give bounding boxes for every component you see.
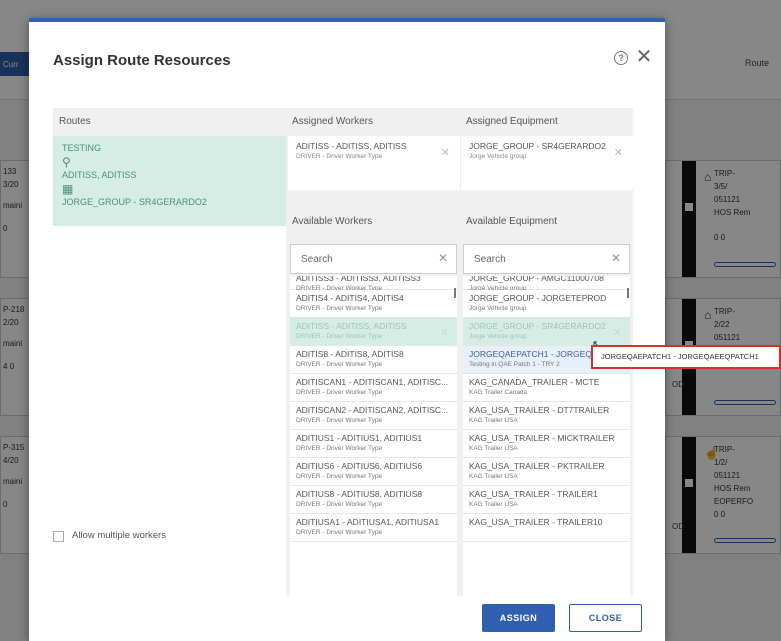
available-equipment-header: Available Equipment: [466, 216, 557, 227]
remove-icon[interactable]: ✕: [614, 146, 623, 159]
item-title: ADITISCAN1 - ADITISCAN1, ADITISC...: [296, 377, 449, 387]
item-sub: DRIVER - Driver Worker Type: [296, 333, 383, 340]
item-title: KAG_CANADA_TRAILER - MCTE: [469, 377, 600, 387]
item-title: JORGE_GROUP - AMGC11000708: [469, 276, 604, 283]
item-title: ADITISS - ADITISS, ADITISS: [296, 321, 407, 331]
assigned-equipment-sub: Jorge Vehicle group: [469, 153, 527, 160]
worker-search[interactable]: ✕: [290, 244, 457, 274]
item-sub: DRIVER - Driver Worker Type: [296, 501, 383, 508]
list-item[interactable]: ADITISCAN1 - ADITISCAN1, ADITISC... DRIV…: [290, 374, 457, 402]
equipment-tooltip: JORGEQAEPATCH1 - JORGEQAEEQPATCH1: [591, 345, 781, 369]
equipment-search[interactable]: ✕: [463, 244, 630, 274]
list-item[interactable]: JORGE_GROUP - AMGC11000708 Jorge Vehicle…: [463, 276, 630, 292]
remove-icon[interactable]: ✕: [441, 146, 450, 159]
item-sub: Jorge Vehicle group: [469, 305, 527, 312]
route-name: TESTING: [62, 143, 102, 153]
assigned-workers-header: Assigned Workers: [292, 116, 373, 127]
route-worker: ADITISS, ADITISS: [62, 170, 137, 180]
list-item[interactable]: KAG_USA_TRAILER - TRAILER10: [463, 514, 630, 542]
item-sub: DRIVER - Driver Worker Type: [296, 361, 383, 368]
list-item[interactable]: ADITIUS6 - ADITIUS6, ADITIUS6 DRIVER - D…: [290, 458, 457, 486]
assigned-worker-item[interactable]: ADITISS - ADITISS, ADITISS DRIVER - Driv…: [288, 136, 460, 190]
available-equipment-list[interactable]: JORGE_GROUP - AMGC11000708 Jorge Vehicle…: [463, 276, 630, 596]
worker-search-input[interactable]: [291, 245, 431, 273]
assigned-equipment-header: Assigned Equipment: [466, 116, 558, 127]
assigned-worker-sub: DRIVER - Driver Worker Type: [296, 153, 383, 160]
item-title: ADITIS4 - ADITIS4, ADITIS4: [296, 293, 404, 303]
item-title: KAG_USA_TRAILER - MICKTRAILER: [469, 433, 615, 443]
list-item[interactable]: ADITIS4 - ADITIS4, ADITIS4 DRIVER - Driv…: [290, 290, 457, 318]
item-title: ADITIUSA1 - ADITIUSA1, ADITIUSA1: [296, 517, 440, 527]
item-title: ADITISS3 - ADITISS3, ADITISS3: [296, 276, 421, 283]
list-item[interactable]: KAG_USA_TRAILER - TRAILER1 KAG Trailer U…: [463, 486, 630, 514]
available-workers-header: Available Workers: [292, 216, 373, 227]
item-sub: DRIVER - Driver Worker Type: [296, 529, 383, 536]
item-title: KAG_USA_TRAILER - TRAILER10: [469, 517, 603, 527]
list-item[interactable]: ADITIUS8 - ADITIUS8, ADITIUS8 DRIVER - D…: [290, 486, 457, 514]
close-icon[interactable]: ✕: [635, 46, 653, 68]
item-title: ADITIUS6 - ADITIUS6, ADITIUS6: [296, 461, 423, 471]
item-title: ADITIUS1 - ADITIUS1, ADITIUS1: [296, 433, 423, 443]
item-sub: DRIVER - Driver Worker Type: [296, 473, 383, 480]
item-title: JORGE_GROUP - SR4GERARDO2: [469, 321, 606, 331]
list-item-selected[interactable]: ADITISS - ADITISS, ADITISS DRIVER - Driv…: [290, 318, 457, 346]
assign-route-resources-dialog: Assign Route Resources ? ✕ Routes Assign…: [29, 18, 665, 641]
dialog-title: Assign Route Resources: [53, 52, 231, 69]
list-item[interactable]: KAG_USA_TRAILER - PKTRAILER KAG Trailer …: [463, 458, 630, 486]
item-title: ADITIUS8 - ADITIUS8, ADITIUS8: [296, 489, 423, 499]
list-item[interactable]: JORGE_GROUP - JORGETEPROD Jorge Vehicle …: [463, 290, 630, 318]
user-icon: ⚲: [62, 155, 71, 169]
help-icon[interactable]: ?: [614, 51, 628, 65]
equipment-icon: ▦: [62, 182, 74, 196]
item-sub: DRIVER - Driver Worker Type: [296, 389, 383, 396]
clear-search-icon[interactable]: ✕: [611, 251, 621, 265]
list-item[interactable]: ADITISS3 - ADITISS3, ADITISS3 DRIVER - D…: [290, 276, 457, 292]
list-item[interactable]: KAG_USA_TRAILER - MICKTRAILER KAG Traile…: [463, 430, 630, 458]
item-sub: KAG Trailer USA: [469, 417, 518, 424]
list-item[interactable]: KAG_CANADA_TRAILER - MCTE KAG Trailer Ca…: [463, 374, 630, 402]
item-sub: DRIVER - Driver Worker Type: [296, 445, 383, 452]
item-title: KAG_USA_TRAILER - DT7TRAILER: [469, 405, 610, 415]
route-card[interactable]: TESTING ⚲ ADITISS, ADITISS ▦ JORGE_GROUP…: [53, 136, 286, 226]
item-title: ADITISCAN2 - ADITISCAN2, ADITISC...: [296, 405, 449, 415]
item-sub: DRIVER - Driver Worker Type: [296, 305, 383, 312]
list-item[interactable]: ADITIS8 - ADITIS8, ADITIS8 DRIVER - Driv…: [290, 346, 457, 374]
item-sub: KAG Trailer USA: [469, 501, 518, 508]
routes-header: Routes: [59, 116, 91, 127]
assigned-equipment-item[interactable]: JORGE_GROUP - SR4GERARDO2 Jorge Vehicle …: [461, 136, 633, 190]
item-sub: KAG Trailer USA: [469, 445, 518, 452]
remove-icon[interactable]: ✕: [613, 326, 622, 339]
resources-panel: Routes Assigned Workers Assigned Equipme…: [53, 108, 633, 596]
close-button[interactable]: CLOSE: [569, 604, 642, 632]
item-sub: KAG Trailer USA: [469, 473, 518, 480]
available-workers-list[interactable]: ADITISS3 - ADITISS3, ADITISS3 DRIVER - D…: [290, 276, 457, 596]
clear-search-icon[interactable]: ✕: [438, 251, 448, 265]
route-equipment: JORGE_GROUP - SR4GERARDO2: [62, 197, 207, 207]
item-title: KAG_USA_TRAILER - TRAILER1: [469, 489, 598, 499]
equipment-search-input[interactable]: [464, 245, 604, 273]
assigned-worker-title: ADITISS - ADITISS, ADITISS: [296, 141, 407, 151]
list-item[interactable]: KAG_USA_TRAILER - DT7TRAILER KAG Trailer…: [463, 402, 630, 430]
item-title: ADITIS8 - ADITIS8, ADITIS8: [296, 349, 404, 359]
equipment-scrollbar[interactable]: [627, 288, 629, 298]
assigned-equipment-title: JORGE_GROUP - SR4GERARDO2: [469, 141, 606, 151]
list-item-selected[interactable]: JORGE_GROUP - SR4GERARDO2 Jorge Vehicle …: [463, 318, 630, 346]
list-item[interactable]: ADITISCAN2 - ADITISCAN2, ADITISC... DRIV…: [290, 402, 457, 430]
item-title: KAG_USA_TRAILER - PKTRAILER: [469, 461, 605, 471]
allow-multiple-workers-checkbox[interactable]: [53, 531, 64, 542]
workers-scrollbar[interactable]: [454, 288, 456, 298]
item-sub: DRIVER - Driver Worker Type: [296, 417, 383, 424]
item-sub: KAG Trailer Canada: [469, 389, 528, 396]
assign-button[interactable]: ASSIGN: [482, 604, 555, 632]
item-title: JORGE_GROUP - JORGETEPROD: [469, 293, 607, 303]
remove-icon[interactable]: ✕: [440, 326, 449, 339]
list-item[interactable]: ADITIUSA1 - ADITIUSA1, ADITIUSA1 DRIVER …: [290, 514, 457, 542]
allow-multiple-workers-label: Allow multiple workers: [72, 530, 166, 541]
list-item[interactable]: ADITIUS1 - ADITIUS1, ADITIUS1 DRIVER - D…: [290, 430, 457, 458]
